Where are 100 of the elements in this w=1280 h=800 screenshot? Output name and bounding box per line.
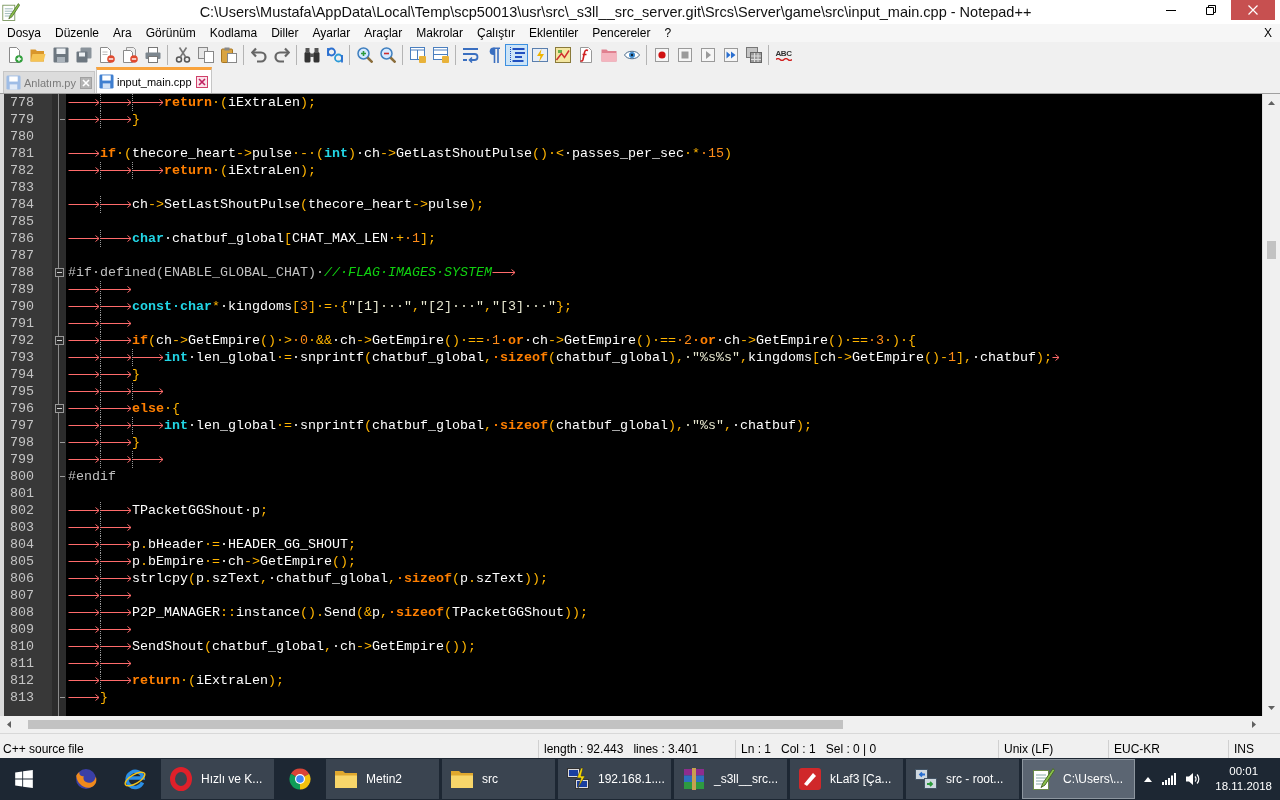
function-page-icon [577,46,594,63]
line-number: 794 [9,366,35,383]
books-icon [682,767,706,791]
length-label: length : 92.443 [544,742,624,756]
close-document-button[interactable]: X [1261,24,1275,42]
toolbar-button[interactable] [505,43,528,66]
code-text: return·(iExtraLen); [132,672,284,689]
line-number: 778 [9,94,35,111]
tab-arrow-icon [491,269,516,276]
code-text: } [132,366,140,383]
line-number: 790 [9,298,35,315]
clock-date[interactable]: 18.11.2018 [1215,779,1272,794]
spellcheck-button[interactable]: ABC [772,43,795,66]
pages-icon [197,46,214,63]
code-text: ch->SetLastShoutPulse(thecore_heart->pulse); [132,196,484,213]
curved-arrow-right-icon [273,46,290,63]
menu-item[interactable]: Çalıştır [470,24,522,42]
caret-up-icon[interactable] [1144,776,1153,782]
stop-icon [676,46,693,63]
minimize-icon [1166,9,1176,11]
taskbar-button[interactable]: src - root... [906,759,1019,799]
flame-globe-icon [74,767,98,791]
code-text: P2P_MANAGER::instance().Send(&p,·sizeof(TPacketGGShout)); [132,604,588,621]
fold-minus-icon[interactable] [54,336,64,345]
scroll-thumb[interactable] [1267,241,1276,259]
monitors-bolt-icon [566,767,590,791]
scroll-left-icon[interactable] [6,721,11,728]
printer-icon [144,46,161,63]
notepad-pencil-icon [1031,767,1055,791]
line-number: 785 [9,213,35,230]
line-number: 791 [9,315,35,332]
scroll-thumb[interactable] [28,720,843,729]
vertical-scrollbar[interactable] [1262,94,1280,716]
segmented-circle-icon [288,767,312,791]
close-icon[interactable] [195,75,208,88]
fast-forward-icon [722,46,739,63]
record-icon [653,46,670,63]
menu-item[interactable]: Makrolar [409,24,470,42]
line-number: 792 [9,332,35,349]
code-text: strlcpy(p.szText,·chatbuf_global,·sizeof(p.szText)); [132,570,548,587]
line-number: 813 [9,689,35,706]
close-icon[interactable] [79,76,92,89]
menu-item[interactable]: Ayarlar [305,24,358,42]
scroll-right-icon[interactable] [1251,721,1256,728]
menu-item[interactable]: Ara [106,24,139,42]
split-window-icon [409,46,426,63]
magnifier-plus-icon [356,46,373,63]
scroll-down-icon[interactable] [1268,705,1275,710]
line-number: 798 [9,434,35,451]
menu-item[interactable]: Pencereler [585,24,658,42]
fold-minus-icon[interactable] [54,268,64,277]
menu-item[interactable]: Kodlama [202,24,265,42]
menu-item[interactable]: Eklentiler [522,24,586,42]
fold-minus-icon[interactable] [54,404,64,413]
clipboard-icon [220,46,237,63]
code-text: SendShout(chatbuf_global,·ch->GetEmpire()); [132,638,476,655]
menu-item[interactable]: Diller [264,24,306,42]
menu-item[interactable]: Görünüm [138,24,203,42]
grid-windows-icon [745,46,762,63]
tab-arrow-icon [68,694,100,701]
taskbar-button[interactable]: 192.168.1.... [558,759,671,799]
menu-item[interactable]: Araçlar [357,24,410,42]
ring-orbit-icon [123,767,147,791]
line-number: 799 [9,451,35,468]
line-number: 780 [9,128,35,145]
menu-item[interactable]: Dosya [0,24,48,42]
scroll-up-icon[interactable] [1268,100,1275,105]
tab-arrow-icon [68,150,100,157]
taskbar-button[interactable]: src [442,759,555,799]
taskbar-button[interactable]: C:\Users\... [1022,759,1135,799]
signal-bars-icon[interactable] [1162,773,1177,785]
taskbar-button[interactable]: Metin2 [326,759,439,799]
menu-item[interactable]: Düzenle [48,24,107,42]
clock-time[interactable]: 00:01 [1229,764,1259,779]
line-number: 789 [9,281,35,298]
tab-arrow-icon [1051,354,1060,361]
menu-item[interactable]: ? [657,24,679,42]
speaker-icon[interactable] [1186,772,1202,786]
code-text: #if·defined(ENABLE_GLOBAL_CHAT)·//·FLAG·IMAGES·SYSTEM [68,264,492,281]
line-number: 779 [9,111,35,128]
code-text: const·char*·kingdoms[3]·=·{"[1]···","[2]···","[3]···"}; [132,298,572,315]
wavy-line-icon [775,57,792,61]
taskbar-button[interactable]: Hızlı ve K... [161,759,274,799]
code-text: p.bEmpire·=·ch->GetEmpire(); [132,553,356,570]
line-number: 801 [9,485,35,502]
code-text: } [100,689,108,706]
split-window-icon [432,46,449,63]
tab[interactable]: input_main.cpp [95,67,212,93]
file-type-label: C++ source file [3,742,84,756]
line-number: 806 [9,570,35,587]
taskbar-button[interactable]: kLaf3 [Ça... [790,759,903,799]
binoculars-icon [303,46,320,63]
code-text: if·(thecore_heart->pulse·-·(int)·ch->GetLastShoutPulse()·<·passes_per_sec·*·15) [100,145,732,162]
line-number: 781 [9,145,35,162]
window-title: C:\Users\Mustafa\AppData\Local\Temp\scp50013\usr\src\_s3ll__src_server.git\Srcs\Server\game\src\input_main.cpp - Notepad++ [198,4,1033,20]
taskbar-button[interactable]: _s3ll__src... [674,759,787,799]
map-icon [554,46,571,63]
line-number: 811 [9,655,35,672]
line-number: 795 [9,383,35,400]
page-minus-icon [98,46,115,63]
